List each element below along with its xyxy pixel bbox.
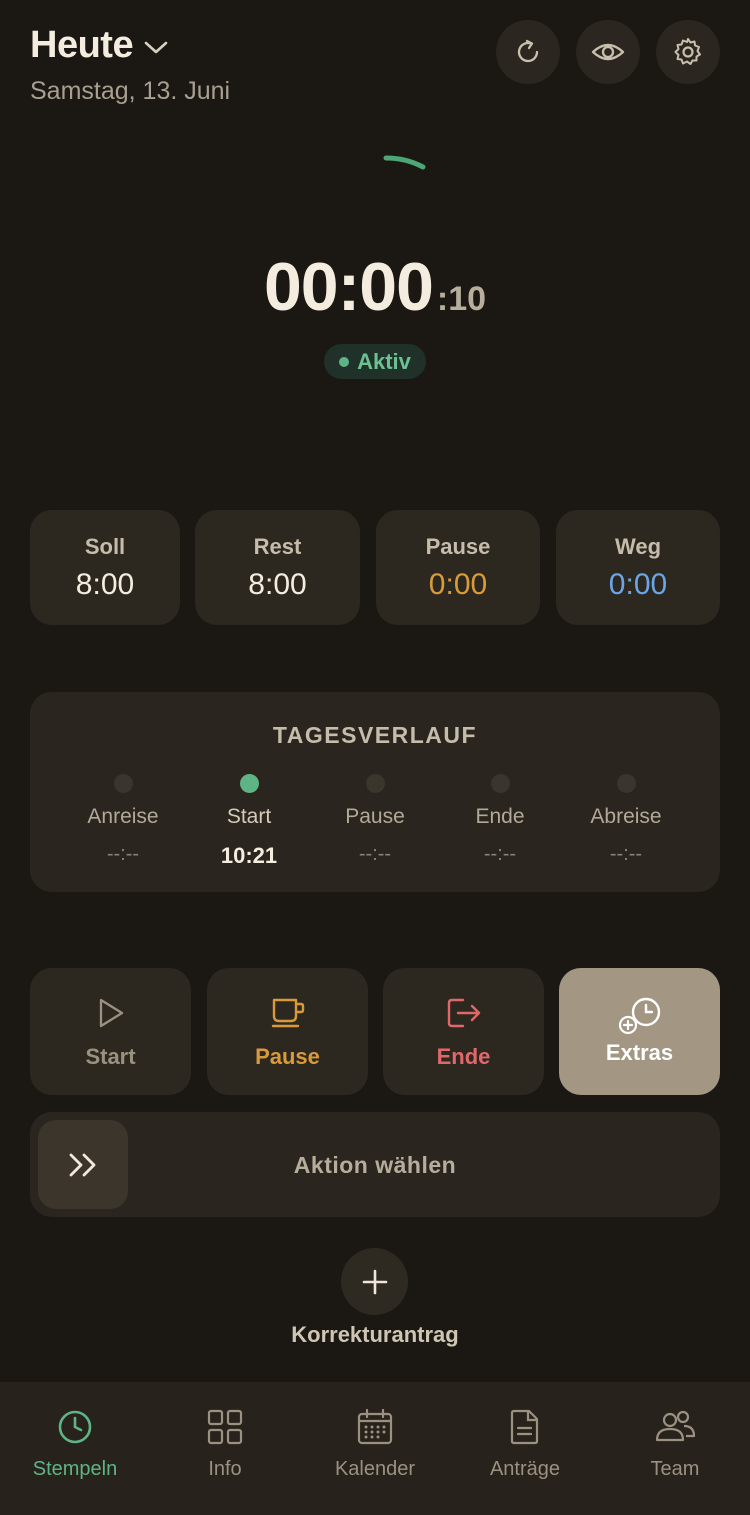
timeline-step-name: Ende	[475, 805, 525, 828]
timeline-step-time: --:--	[483, 843, 517, 865]
nav-item-label: Team	[650, 1458, 700, 1480]
stat-value: 8:00	[248, 568, 307, 601]
ende-button-label: Ende	[436, 1044, 491, 1069]
nav-item-stempeln[interactable]: Stempeln	[0, 1382, 150, 1481]
timeline-step-time: 10:21	[220, 843, 278, 868]
time-stats: Soll 8:00 Rest 8:00 Pause 0:00 Weg 0:00	[30, 510, 720, 625]
timer-seconds: :10	[436, 280, 487, 318]
nav-item-kalender[interactable]: Kalender	[300, 1382, 450, 1481]
visibility-button[interactable]	[576, 20, 640, 84]
stat-label: Weg	[614, 534, 662, 559]
pause-button-label: Pause	[255, 1044, 320, 1069]
timeline-step-abreise: Abreise --:--	[571, 774, 681, 866]
timeline-step-time: --:--	[106, 843, 140, 865]
stat-value: 8:00	[75, 568, 135, 601]
nav-item-label: Anträge	[489, 1458, 561, 1480]
progress-spinner	[383, 155, 426, 170]
team-icon	[655, 1410, 696, 1442]
nav-item-team[interactable]: Team	[600, 1382, 750, 1481]
timeline-step-ende: Ende --:--	[445, 774, 555, 866]
timeline-step-anreise: Anreise --:--	[68, 774, 178, 866]
stat-label: Rest	[253, 534, 302, 559]
settings-button[interactable]	[656, 20, 720, 84]
plus-icon	[362, 1269, 387, 1294]
timeline-dot	[113, 774, 133, 793]
calendar-icon	[357, 1408, 393, 1445]
status-badge: Aktiv	[324, 344, 426, 379]
clock-plus-icon	[618, 997, 660, 1035]
stat-value: 0:00	[428, 568, 488, 601]
gear-icon	[674, 38, 701, 65]
timeline-step-pause: Pause --:--	[320, 774, 430, 866]
ende-button[interactable]: Ende	[383, 968, 544, 1095]
status-label: Aktiv	[357, 348, 411, 374]
tagesverlauf-title: TAGESVERLAUF	[272, 722, 478, 748]
nav-item-label: Kalender	[334, 1458, 416, 1480]
stat-card-weg: Weg 0:00	[556, 510, 720, 625]
eye-icon	[591, 43, 625, 61]
chevron-down-icon	[144, 41, 168, 53]
refresh-icon	[517, 39, 539, 63]
current-date: Samstag, 13. Juni	[30, 77, 231, 105]
timeline-step-start: Start 10:21	[194, 774, 304, 869]
play-icon	[99, 998, 123, 1028]
timeline-dot	[490, 774, 510, 793]
slider-label: Aktion wählen	[293, 1152, 457, 1178]
pause-button[interactable]: Pause	[207, 968, 368, 1095]
extras-button[interactable]: Extras	[559, 968, 720, 1095]
stat-card-soll: Soll 8:00	[30, 510, 180, 625]
timeline-step-name: Pause	[345, 805, 405, 828]
start-button-label: Start	[85, 1044, 136, 1069]
timeline-step-time: --:--	[609, 843, 643, 865]
grid-icon	[207, 1409, 243, 1445]
stat-value: 0:00	[608, 568, 668, 601]
timeline-dot	[239, 774, 259, 793]
clock-icon	[58, 1410, 92, 1444]
nav-item-info[interactable]: Info	[150, 1382, 300, 1481]
stat-card-rest: Rest 8:00	[195, 510, 360, 625]
timeline-step-name: Abreise	[590, 805, 662, 828]
timeline-dot	[616, 774, 636, 793]
logout-icon	[447, 998, 480, 1028]
timeline-step-name: Anreise	[87, 805, 159, 828]
timeline-step-time: --:--	[358, 843, 392, 865]
nav-item-antraege[interactable]: Anträge	[450, 1382, 600, 1481]
timeline-step-name: Start	[226, 805, 272, 828]
page-title: Heute	[30, 24, 134, 66]
korrekturantrag-label: Korrekturantrag	[291, 1322, 459, 1347]
day-selector[interactable]: Heute	[30, 24, 169, 67]
timer-main: 00:00	[263, 249, 434, 325]
stat-card-pause: Pause 0:00	[376, 510, 540, 625]
status-dot	[339, 356, 350, 367]
start-button[interactable]: Start	[30, 968, 191, 1095]
bottom-navigation: Stempeln Info Kalender Anträge Team	[0, 1382, 750, 1515]
stat-label: Pause	[425, 534, 491, 559]
work-timer: 00:00:10	[0, 248, 750, 326]
action-slider[interactable]: Aktion wählen	[30, 1112, 720, 1217]
timeline-dot	[365, 774, 385, 793]
tagesverlauf-card: TAGESVERLAUF Anreise --:-- Start 10:21 P…	[30, 692, 720, 892]
document-icon	[510, 1409, 539, 1445]
stat-label: Soll	[84, 534, 126, 559]
extras-button-label: Extras	[605, 1040, 674, 1065]
nav-item-label: Info	[208, 1458, 242, 1480]
stempeln-screen: Heute Samstag, 13. Juni 00:00:10 Aktiv …	[0, 0, 750, 1515]
coffee-cup-icon	[271, 998, 304, 1028]
refresh-button[interactable]	[496, 20, 560, 84]
korrekturantrag-button[interactable]	[341, 1248, 408, 1315]
nav-item-label: Stempeln	[32, 1458, 118, 1480]
